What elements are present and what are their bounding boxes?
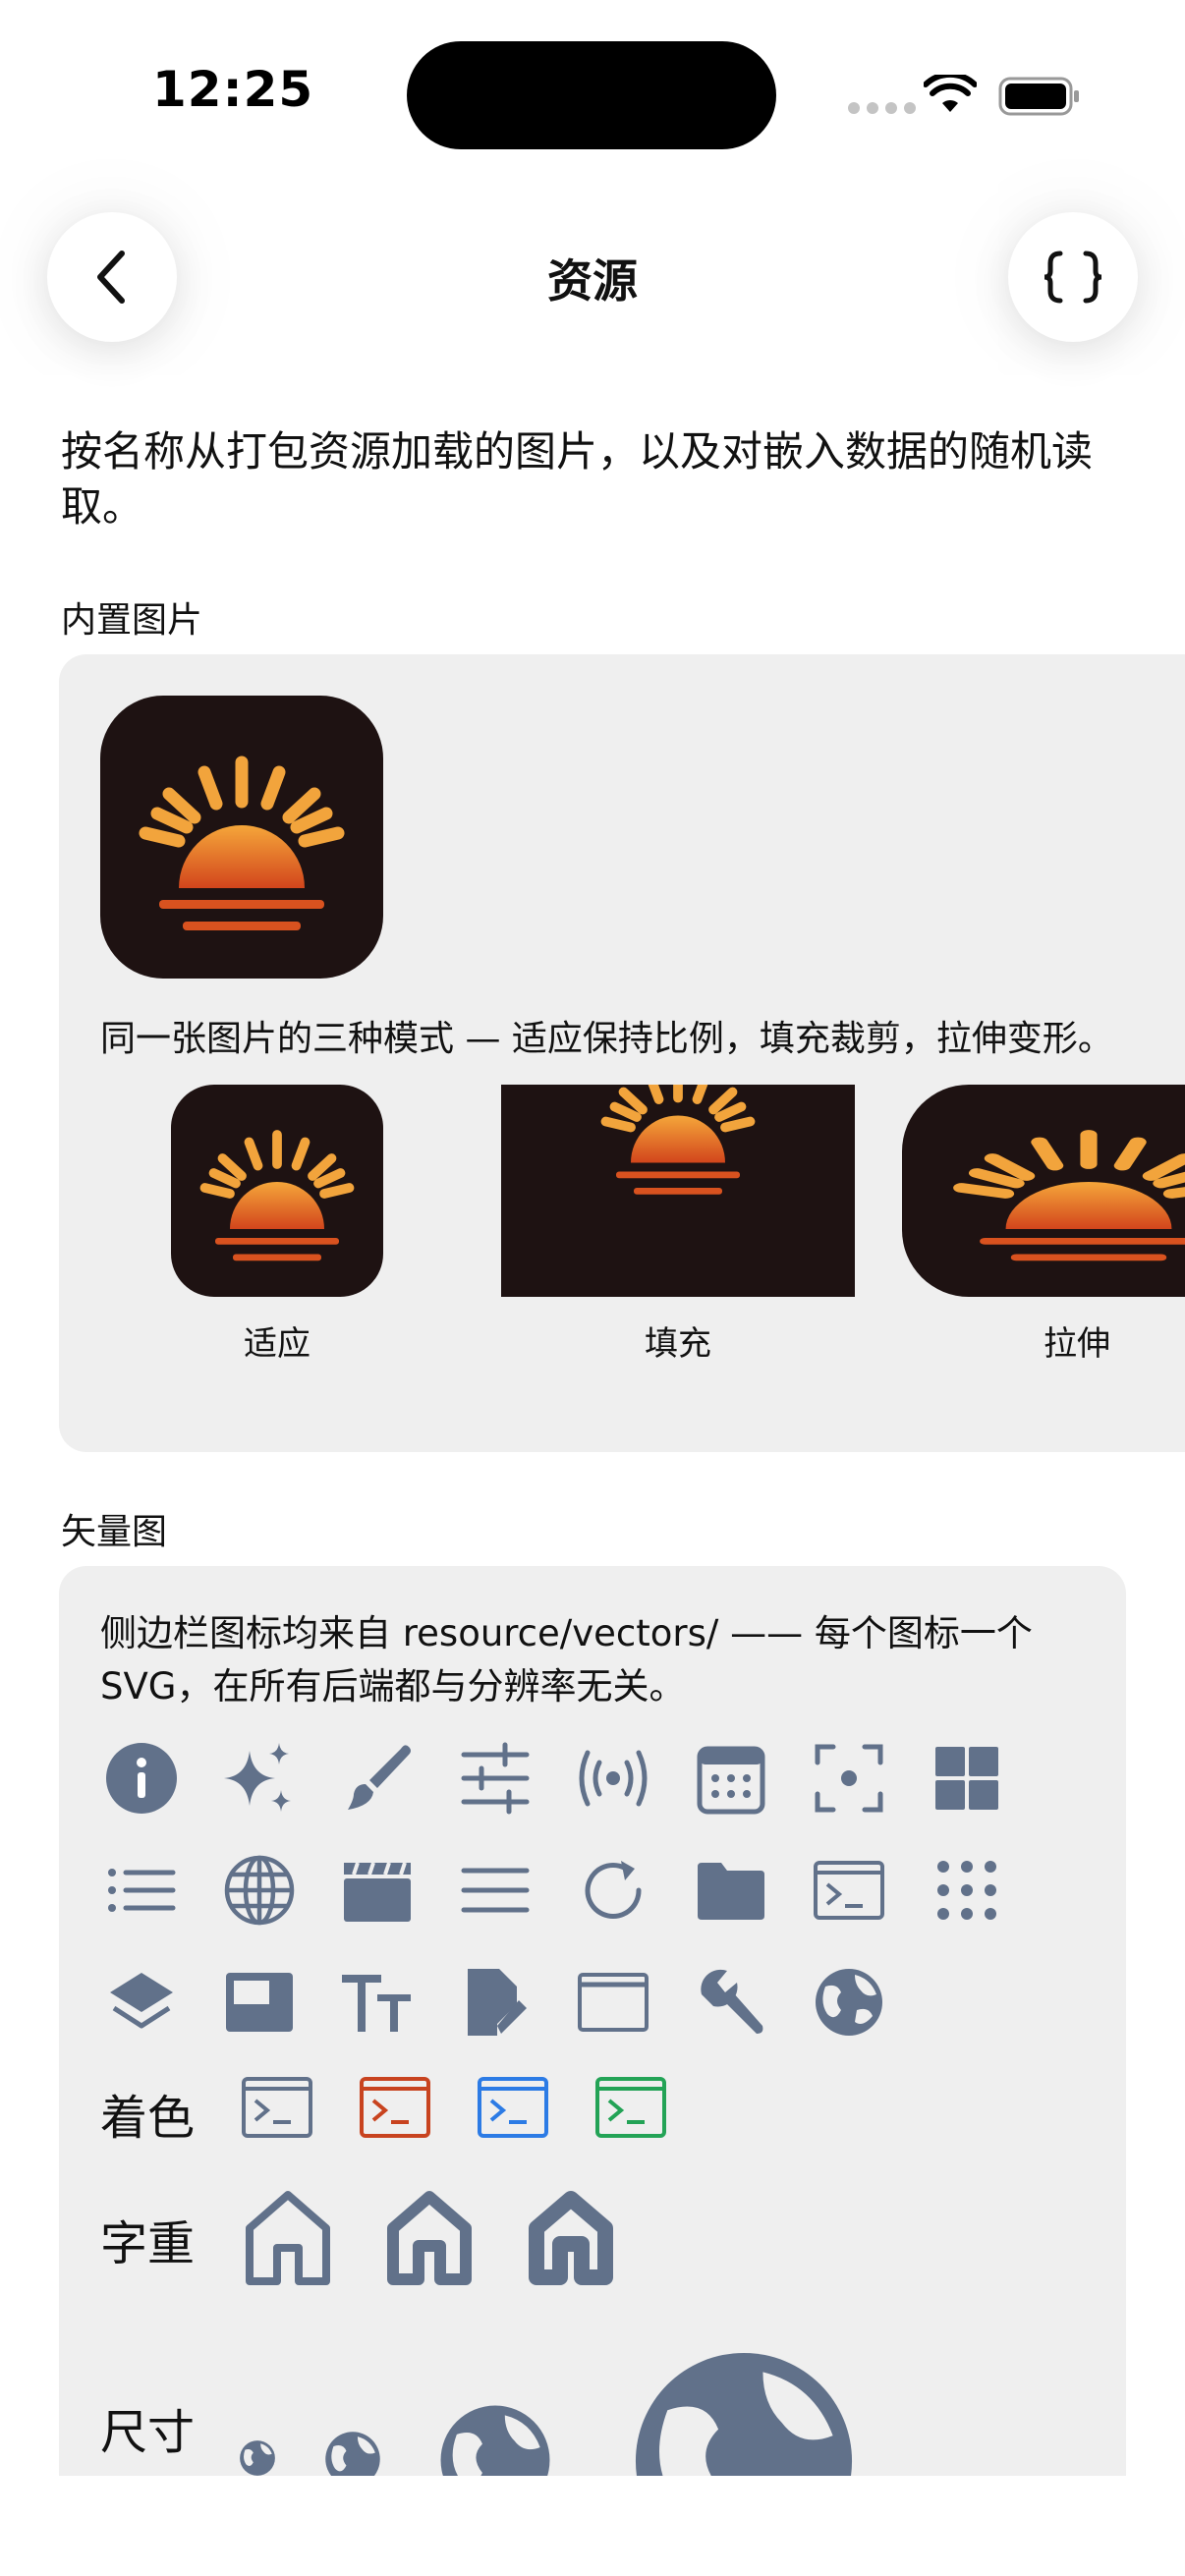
app-icon-image <box>100 696 383 979</box>
terminal-icon-green <box>595 2077 666 2138</box>
cellular-signal-icon <box>848 102 916 114</box>
earth-icon-large <box>440 2405 550 2476</box>
stretch-mode-label: 拉伸 <box>1044 1324 1110 1364</box>
clapperboard-icon <box>344 1862 411 1922</box>
sun-icon <box>100 696 383 979</box>
tint-label: 着色 <box>100 2091 196 2146</box>
broadcast-icon <box>579 1750 648 1807</box>
layers-icon <box>110 1973 173 2029</box>
section-label-vectors: 矢量图 <box>61 1512 168 1552</box>
text-size-icon <box>342 1975 411 2032</box>
earth-icon-small <box>240 2440 275 2476</box>
terminal-icon-orange <box>360 2077 430 2138</box>
house-icon-bold <box>529 2191 613 2285</box>
earth-icon-xlarge <box>635 2352 853 2476</box>
terminal-icon-blue <box>478 2077 548 2138</box>
globe-icon <box>224 1855 295 1926</box>
grid-icon <box>935 1747 998 1810</box>
curly-braces-icon <box>1044 251 1102 304</box>
weight-label: 字重 <box>100 2216 196 2271</box>
bottom-safe-area <box>0 2476 1185 2576</box>
stretch-mode-image <box>902 1085 1185 1297</box>
wifi-icon <box>924 75 977 112</box>
terminal-icon-gray <box>242 2077 312 2138</box>
json-source-button[interactable] <box>1008 212 1138 342</box>
intro-text: 按名称从打包资源加载的图片，以及对嵌入数据的随机读取。 <box>61 427 1094 531</box>
fit-mode-label: 适应 <box>244 1324 310 1364</box>
status-bar: 12:25 <box>0 0 1185 187</box>
info-icon <box>106 1743 177 1814</box>
sun-icon <box>171 1085 383 1297</box>
vectors-caption: 侧边栏图标均来自 resource/vectors/ —— 每个图标一个 SVG… <box>100 1612 1033 1708</box>
sliders-icon <box>461 1742 530 1815</box>
sun-icon <box>902 1085 1185 1297</box>
dots-grid-icon <box>937 1861 996 1920</box>
dynamic-island <box>407 41 776 149</box>
window-panel-icon <box>226 1973 293 2032</box>
sun-icon <box>501 1085 855 1297</box>
modes-caption: 同一张图片的三种模式 — 适应保持比例，填充裁剪，拉伸变形。 <box>100 1019 1113 1059</box>
status-time: 12:25 <box>152 61 314 118</box>
paintbrush-icon <box>348 1745 411 1810</box>
refresh-icon <box>585 1861 642 1919</box>
section-label-builtin: 内置图片 <box>61 600 203 641</box>
earth-icon-medium <box>325 2432 380 2476</box>
earth-icon <box>816 1969 882 2036</box>
size-row: 尺寸 <box>59 2338 1126 2476</box>
folder-icon <box>698 1863 764 1920</box>
list-icon <box>108 1869 176 1912</box>
calendar-icon <box>697 1746 765 1815</box>
house-icon-light <box>246 2191 330 2285</box>
fit-mode-image <box>171 1085 383 1297</box>
house-icon-regular <box>387 2191 472 2285</box>
fill-mode-label: 填充 <box>645 1324 711 1364</box>
doc-edit-icon <box>468 1969 527 2036</box>
menu-icon <box>461 1868 530 1913</box>
size-label: 尺寸 <box>100 2405 196 2460</box>
viewfinder-icon <box>815 1744 883 1813</box>
sparkles-icon <box>224 1743 291 1812</box>
battery-icon <box>998 77 1079 116</box>
terminal-icon <box>814 1861 884 1920</box>
window-icon <box>578 1973 649 2032</box>
fill-mode-image <box>501 1085 855 1297</box>
wrench-icon <box>701 1969 763 2034</box>
